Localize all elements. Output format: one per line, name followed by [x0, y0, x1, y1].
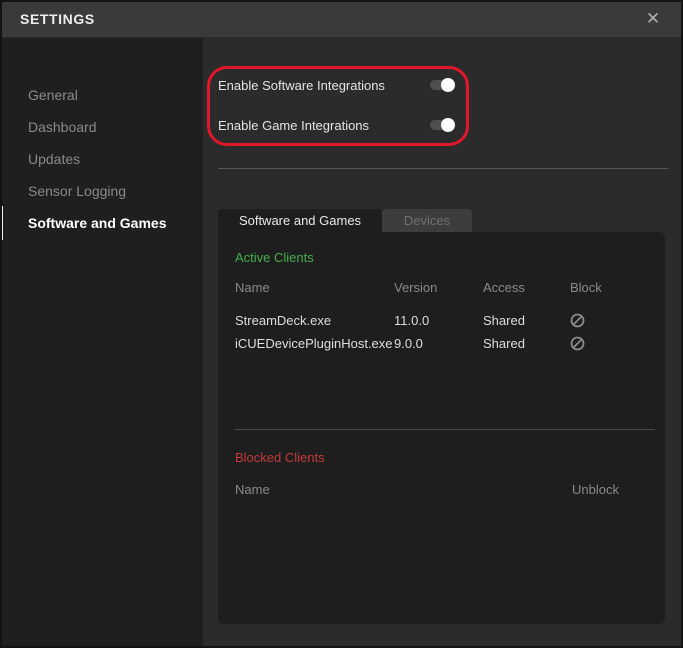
window-title: SETTINGS [20, 11, 95, 27]
column-header-name: Name [235, 482, 270, 497]
title-bar: SETTINGS ✕ [0, 0, 683, 38]
sidebar-item-label: Software and Games [28, 215, 167, 231]
sidebar-item-label: Sensor Logging [28, 183, 126, 199]
main-content: Enable Software Integrations Enable Game… [203, 38, 683, 648]
sidebar-item-updates[interactable]: Updates [0, 143, 203, 175]
sidebar-item-general[interactable]: General [0, 79, 203, 111]
sidebar-item-label: General [28, 87, 78, 103]
tab-label: Devices [404, 213, 450, 228]
tab-devices[interactable]: Devices [382, 209, 472, 232]
client-name: iCUEDevicePluginHost.exe [235, 336, 393, 351]
toggle-knob [441, 118, 455, 132]
block-client-button[interactable] [570, 313, 585, 329]
game-integrations-row: Enable Game Integrations [218, 117, 453, 133]
close-icon[interactable]: ✕ [639, 5, 667, 33]
blocked-clients-title: Blocked Clients [235, 450, 325, 465]
sidebar-item-label: Updates [28, 151, 80, 167]
column-header-block: Block [570, 280, 602, 295]
settings-sidebar: General Dashboard Updates Sensor Logging… [0, 38, 203, 648]
sidebar-item-dashboard[interactable]: Dashboard [0, 111, 203, 143]
client-version: 11.0.0 [394, 313, 429, 328]
client-name: StreamDeck.exe [235, 313, 331, 328]
client-access: Shared [483, 336, 525, 351]
column-header-name: Name [235, 280, 270, 295]
tab-label: Software and Games [239, 213, 361, 228]
column-header-unblock: Unblock [572, 482, 619, 497]
software-integrations-toggle[interactable] [430, 80, 453, 90]
software-integrations-row: Enable Software Integrations [218, 77, 453, 93]
block-icon [570, 313, 585, 328]
sidebar-item-label: Dashboard [28, 119, 97, 135]
software-integrations-label: Enable Software Integrations [218, 78, 430, 93]
game-integrations-label: Enable Game Integrations [218, 118, 430, 133]
clients-panel: Active Clients Name Version Access Block… [218, 232, 665, 624]
section-divider [218, 168, 668, 169]
block-icon [570, 336, 585, 351]
settings-window: SETTINGS ✕ General Dashboard Updates Sen… [0, 0, 683, 648]
client-access: Shared [483, 313, 525, 328]
tab-software-and-games[interactable]: Software and Games [218, 209, 382, 232]
column-header-version: Version [394, 280, 437, 295]
column-header-access: Access [483, 280, 525, 295]
game-integrations-toggle[interactable] [430, 120, 453, 130]
active-clients-title: Active Clients [235, 250, 314, 265]
sidebar-item-software-and-games[interactable]: Software and Games [0, 207, 203, 239]
client-version: 9.0.0 [394, 336, 423, 351]
sidebar-item-sensor-logging[interactable]: Sensor Logging [0, 175, 203, 207]
tab-bar: Software and Games Devices [218, 209, 472, 232]
blocked-clients-divider [235, 429, 655, 430]
toggle-knob [441, 78, 455, 92]
block-client-button[interactable] [570, 336, 585, 352]
